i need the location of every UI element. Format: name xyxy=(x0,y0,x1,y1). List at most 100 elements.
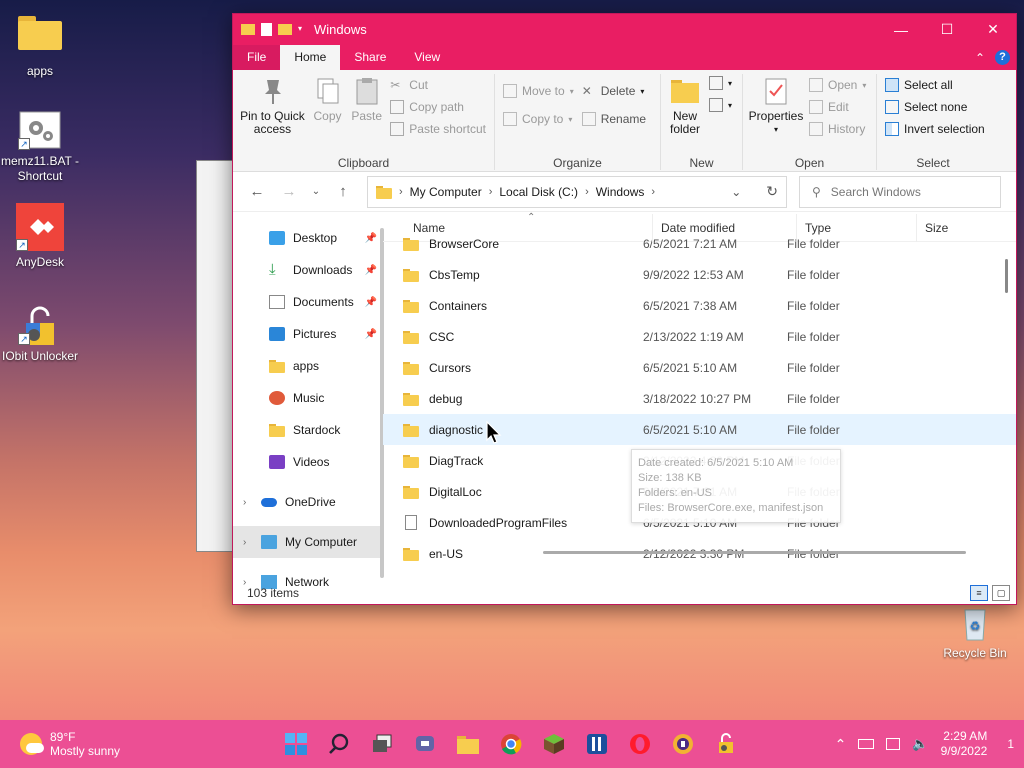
desktop-icon-memz[interactable]: ↗ memz11.BAT - Shortcut xyxy=(0,110,80,184)
column-name[interactable]: Name ⌃ xyxy=(383,212,653,242)
table-row[interactable]: Containers 6/5/2021 7:38 AM File folder xyxy=(383,290,1016,321)
background-window[interactable] xyxy=(196,160,236,552)
tab-share[interactable]: Share xyxy=(340,45,400,70)
nav-item-apps[interactable]: apps xyxy=(233,350,383,382)
nav-item-documents[interactable]: Documents 📌 xyxy=(233,286,383,318)
edit-button[interactable]: Edit xyxy=(809,98,866,116)
easy-access-button[interactable]: ▾ xyxy=(709,96,732,114)
desktop-icon-anydesk[interactable]: ↗ AnyDesk xyxy=(0,203,80,270)
notification-count[interactable]: 1 xyxy=(1007,737,1014,751)
nav-item-pictures[interactable]: Pictures 📌 xyxy=(233,318,383,350)
invert-selection-button[interactable]: Invert selection xyxy=(885,120,985,138)
opera-icon[interactable] xyxy=(624,728,656,760)
chevron-up-icon[interactable]: ⌃ xyxy=(975,51,985,65)
task-view-icon[interactable] xyxy=(366,728,398,760)
table-row[interactable]: CbsTemp 9/9/2022 12:53 AM File folder xyxy=(383,259,1016,290)
volume-icon[interactable]: 🔈 xyxy=(912,736,928,752)
desktop-icon-apps[interactable]: apps xyxy=(0,12,80,79)
search-box[interactable]: ⚲ Search Windows xyxy=(799,175,1001,208)
breadcrumb-windows[interactable]: Windows xyxy=(596,185,645,199)
refresh-icon[interactable]: ↻ xyxy=(766,183,778,200)
search-input[interactable]: Search Windows xyxy=(831,185,921,199)
file-explorer-window: ▾ Windows — ☐ ✕ File Home Share View ⌃ ?… xyxy=(232,13,1017,605)
table-row[interactable]: diagnostic 6/5/2021 5:10 AM File folder xyxy=(383,414,1016,445)
chrome-icon[interactable] xyxy=(495,728,527,760)
tab-home[interactable]: Home xyxy=(280,45,341,70)
properties-quick-icon[interactable] xyxy=(261,23,272,36)
nav-item-videos[interactable]: Videos xyxy=(233,446,383,478)
pin-icon[interactable]: 📌 xyxy=(365,233,377,244)
pin-icon[interactable]: 📌 xyxy=(365,329,377,340)
clock[interactable]: 2:29 AM 9/9/2022 xyxy=(941,729,988,759)
cloud-icon xyxy=(261,497,277,507)
nav-item-onedrive[interactable]: › OneDrive xyxy=(233,486,383,518)
network-tray-icon[interactable] xyxy=(886,738,901,750)
group-label: Organize xyxy=(553,156,602,170)
chevron-up-icon[interactable]: ⌃ xyxy=(835,736,847,753)
forward-button[interactable]: → xyxy=(273,183,305,200)
address-bar[interactable]: › My Computer › Local Disk (C:) › Window… xyxy=(367,175,787,208)
select-all-button[interactable]: Select all xyxy=(885,76,985,94)
desktop-icon-recycle-bin[interactable]: ♻ Recycle Bin xyxy=(935,602,1015,661)
search-taskbar-icon[interactable] xyxy=(323,728,355,760)
nav-item-downloads[interactable]: ⤓ Downloads 📌 xyxy=(233,254,383,286)
chevron-down-icon[interactable]: ▾ xyxy=(298,24,306,36)
up-button[interactable]: ↑ xyxy=(327,183,359,200)
file-explorer-taskbar-icon[interactable] xyxy=(452,728,484,760)
start-button[interactable] xyxy=(280,728,312,760)
teams-chat-icon[interactable] xyxy=(409,728,441,760)
tab-file[interactable]: File xyxy=(233,45,281,70)
nav-item-my-computer[interactable]: › My Computer xyxy=(233,526,383,558)
new-folder-quick-icon[interactable] xyxy=(278,24,292,35)
copy-path-icon xyxy=(390,100,405,114)
rename-button[interactable]: Rename xyxy=(581,110,646,128)
large-icons-view-button[interactable]: ▢ xyxy=(992,585,1010,601)
desktop-icon-iobit[interactable]: ↗ IObit Unlocker xyxy=(0,305,80,364)
weather-widget[interactable]: 89°F Mostly sunny xyxy=(0,730,120,758)
table-row[interactable]: debug 3/18/2022 10:27 PM File folder xyxy=(383,383,1016,414)
nav-item-stardock[interactable]: Stardock xyxy=(233,414,383,446)
new-item-button[interactable]: ▾ xyxy=(709,74,732,92)
address-dropdown-icon[interactable]: ⌄ xyxy=(731,185,741,199)
close-button[interactable]: ✕ xyxy=(970,14,1016,45)
help-icon[interactable]: ? xyxy=(995,50,1010,65)
table-row[interactable]: Cursors 6/5/2021 5:10 AM File folder xyxy=(383,352,1016,383)
row-name: DiagTrack xyxy=(429,453,484,468)
open-button[interactable]: Open ▾ xyxy=(809,76,866,94)
group-label: Select xyxy=(916,156,950,170)
chevron-right-icon[interactable]: › xyxy=(243,537,246,548)
copy-path-button[interactable]: Copy path xyxy=(390,98,486,116)
back-button[interactable]: ← xyxy=(241,183,273,200)
tab-view[interactable]: View xyxy=(400,45,454,70)
select-none-button[interactable]: Select none xyxy=(885,98,985,116)
history-button[interactable]: History xyxy=(809,120,866,138)
minecraft-icon[interactable] xyxy=(538,728,570,760)
copy-to-button[interactable]: Copy to ▾ xyxy=(503,110,574,128)
edit-icon xyxy=(809,100,823,114)
column-size[interactable]: Size xyxy=(917,214,987,242)
table-row[interactable]: CSC 2/13/2022 1:19 AM File folder xyxy=(383,321,1016,352)
vpn-icon[interactable] xyxy=(667,728,699,760)
title-bar[interactable]: ▾ Windows — ☐ ✕ xyxy=(233,14,1016,45)
pin-icon[interactable]: 📌 xyxy=(365,297,377,308)
paste-shortcut-button[interactable]: Paste shortcut xyxy=(390,120,486,138)
details-view-button[interactable]: ≡ xyxy=(970,585,988,601)
nav-item-music[interactable]: Music xyxy=(233,382,383,414)
chevron-right-icon[interactable]: › xyxy=(243,497,246,508)
delete-button[interactable]: ✕ Delete ▾ xyxy=(582,82,646,100)
pin-icon[interactable]: 📌 xyxy=(365,265,377,276)
keyboard-icon[interactable] xyxy=(858,739,875,749)
breadcrumb-my-computer[interactable]: My Computer xyxy=(410,185,482,199)
cut-button[interactable]: ✂ Cut xyxy=(390,76,486,94)
move-to-button[interactable]: Move to ▾ xyxy=(503,82,574,100)
horizontal-scrollbar[interactable] xyxy=(543,551,966,554)
app-blue-icon[interactable] xyxy=(581,728,613,760)
chevron-right-icon: › xyxy=(488,185,493,198)
recent-locations-button[interactable]: ⌄ xyxy=(305,186,327,197)
maximize-button[interactable]: ☐ xyxy=(924,14,970,45)
vertical-scrollbar[interactable] xyxy=(1005,259,1008,293)
minimize-button[interactable]: — xyxy=(878,14,924,45)
iobit-unlocker-taskbar-icon[interactable] xyxy=(710,728,742,760)
nav-item-desktop[interactable]: Desktop 📌 xyxy=(233,222,383,254)
breadcrumb-local-disk[interactable]: Local Disk (C:) xyxy=(499,185,578,199)
